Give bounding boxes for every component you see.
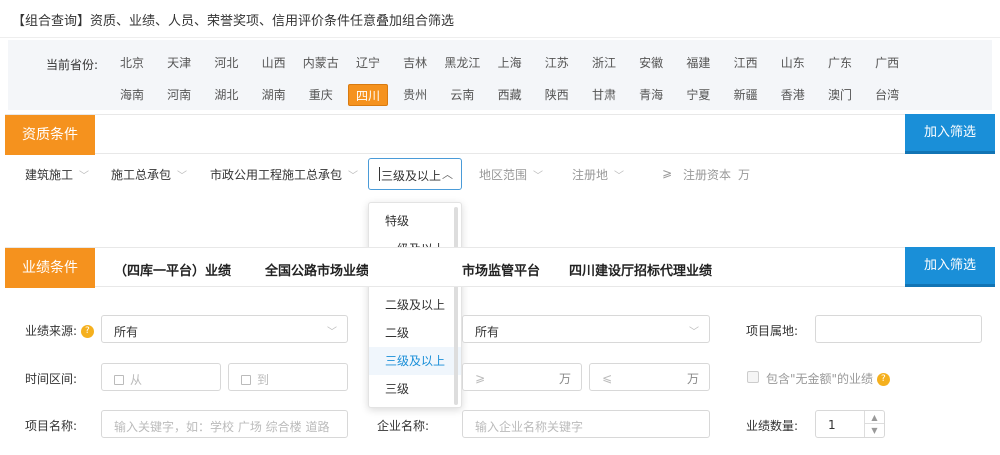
project-name-input[interactable]: 输入关键字，如：学校 广场 综合楼 道路 [101, 410, 348, 438]
stepper-buttons[interactable]: ▲ ▼ [864, 411, 884, 437]
level-option[interactable]: 二级及以上 [369, 291, 461, 319]
amount-max-input[interactable]: ⩽ 万 [589, 363, 710, 391]
level-option[interactable]: 三级及以上 [369, 347, 461, 375]
capital-ge-icon: ⩾ [662, 166, 673, 180]
province-option[interactable]: 福建 [678, 52, 718, 74]
amount-min-input[interactable]: ⩾ 万 [462, 363, 582, 391]
level-option[interactable]: 特级 [369, 207, 461, 235]
province-option[interactable]: 天津 [159, 52, 199, 74]
tab-market-regulation[interactable]: 市场监管平台 [462, 260, 540, 279]
province-option[interactable]: 贵州 [395, 84, 435, 106]
province-option[interactable]: 北京 [112, 52, 152, 74]
company-name-input[interactable]: 输入企业名称关键字 [462, 410, 710, 438]
province-option[interactable]: 宁夏 [678, 84, 718, 106]
increment-icon[interactable]: ▲ [865, 411, 884, 424]
chevron-up-icon: ︿ [442, 168, 453, 181]
add-performance-filter-button[interactable]: 加入筛选 [905, 247, 995, 287]
level-select-value: 三级及以上 [381, 169, 442, 183]
province-selector: 当前省份: 北京 天津 河北 山西 内蒙古 辽宁 吉林 黑龙江 上海 江苏 浙江 安徽 福建 江西 山东 广东… [8, 40, 992, 110]
province-option[interactable]: 内蒙古 [301, 52, 341, 74]
province-option[interactable]: 安徽 [631, 52, 671, 74]
qualification-filter-row: 建筑施工 ﹀ 施工总承包 ﹀ 市政公用工程施工总承包 ﹀ 地区范围 ﹀ 注册地 ﹀ ⩾ 注… [5, 156, 995, 194]
province-option[interactable]: 辽宁 [348, 52, 388, 74]
level-option[interactable]: 三级 [369, 375, 461, 403]
chevron-down-icon: ﹀ [327, 327, 337, 338]
chevron-down-icon: ﹀ [79, 171, 90, 182]
add-qualification-filter-button[interactable]: 加入筛选 [905, 114, 995, 154]
source-select[interactable]: 所有 ﹀ [101, 315, 348, 343]
province-option[interactable]: 山西 [254, 52, 294, 74]
qualification-bar: 资质条件 [5, 114, 995, 155]
province-option[interactable]: 西藏 [490, 84, 530, 106]
company-label: 企业名称: [377, 419, 430, 433]
reg-place-filter[interactable]: 注册地 ﹀ [572, 166, 624, 183]
province-option[interactable]: 广东 [820, 52, 860, 74]
calendar-icon [241, 375, 251, 385]
qualification-filter[interactable]: 市政公用工程施工总承包 ﹀ [210, 166, 358, 183]
calendar-icon [114, 375, 124, 385]
tab-highway-market[interactable]: 全国公路市场业绩 [265, 260, 368, 279]
province-option[interactable]: 新疆 [726, 84, 766, 106]
project-place-label: 项目属地: [746, 324, 799, 338]
province-option[interactable]: 台湾 [867, 84, 907, 106]
province-option[interactable]: 吉林 [395, 52, 435, 74]
province-option[interactable]: 海南 [112, 84, 152, 106]
province-option[interactable]: 山东 [773, 52, 813, 74]
count-label: 业绩数量: [746, 419, 799, 433]
text-cursor [379, 167, 380, 181]
province-option[interactable]: 江西 [726, 52, 766, 74]
province-option[interactable]: 广西 [867, 52, 907, 74]
category-filter[interactable]: 建筑施工 ﹀ [25, 166, 89, 183]
include-zero-label: 包含"无金额"的业绩 ? [766, 370, 890, 387]
chevron-down-icon: ﹀ [177, 171, 188, 182]
province-option[interactable]: 香港 [773, 84, 813, 106]
decrement-icon[interactable]: ▼ [865, 424, 884, 437]
time-label: 时间区间: [25, 372, 78, 386]
capital-unit: 万 [738, 168, 751, 182]
province-option[interactable]: 澳门 [820, 84, 860, 106]
performance-tag: 业绩条件 [5, 248, 95, 288]
province-option[interactable]: 河南 [159, 84, 199, 106]
date-to-input[interactable]: 到 [228, 363, 348, 391]
province-option[interactable]: 江苏 [537, 52, 577, 74]
province-option[interactable]: 云南 [442, 84, 482, 106]
level-dropdown: 特级一级及以上一级二级及以上二级三级及以上三级 [368, 202, 462, 408]
province-option[interactable]: 上海 [490, 52, 530, 74]
level-select[interactable]: 三级及以上 ︿ [368, 158, 462, 190]
province-option[interactable]: 湖北 [206, 84, 246, 106]
name-label: 项目名称: [25, 419, 78, 433]
title-bar: 【组合查询】资质、业绩、人员、荣誉奖项、信用评价条件任意叠加组合筛选 [0, 0, 1000, 38]
province-option[interactable]: 陕西 [537, 84, 577, 106]
province-option[interactable]: 河北 [206, 52, 246, 74]
page-title: 【组合查询】资质、业绩、人员、荣誉奖项、信用评价条件任意叠加组合筛选 [12, 14, 455, 29]
province-selected[interactable]: 四川 [348, 84, 388, 106]
province-option[interactable]: 青海 [631, 84, 671, 106]
type-filter[interactable]: 施工总承包 ﹀ [111, 166, 187, 183]
dropdown-scrollbar[interactable] [454, 207, 458, 405]
capital-filter[interactable]: 注册资本 [683, 166, 731, 183]
province-option[interactable]: 浙江 [584, 52, 624, 74]
date-from-input[interactable]: 从 [101, 363, 221, 391]
province-option[interactable]: 甘肃 [584, 84, 624, 106]
level-option[interactable]: 二级 [369, 319, 461, 347]
help-icon[interactable]: ? [876, 373, 890, 386]
tab-four-libraries[interactable]: （四库一平台）业绩 [114, 260, 231, 279]
tab-sichuan-agency[interactable]: 四川建设厅招标代理业绩 [569, 260, 712, 279]
province-option[interactable]: 重庆 [301, 84, 341, 106]
province-option[interactable]: 黑龙江 [442, 52, 482, 74]
qualification-tag: 资质条件 [5, 115, 95, 155]
chevron-down-icon: ﹀ [348, 171, 359, 182]
include-zero-checkbox[interactable] [747, 371, 759, 383]
count-stepper[interactable]: 1 ▲ ▼ [815, 410, 885, 438]
source-label: 业绩来源: ? [25, 322, 94, 339]
chevron-down-icon: ﹀ [689, 327, 699, 338]
project-place-input[interactable] [815, 315, 982, 343]
chevron-down-icon: ﹀ [533, 171, 544, 182]
chevron-down-icon: ﹀ [614, 171, 625, 182]
province-label: 当前省份: [46, 58, 99, 72]
region-filter[interactable]: 地区范围 ﹀ [479, 166, 543, 183]
help-icon[interactable]: ? [80, 325, 94, 338]
second-source-select[interactable]: 所有 ﹀ [462, 315, 710, 343]
province-option[interactable]: 湖南 [254, 84, 294, 106]
